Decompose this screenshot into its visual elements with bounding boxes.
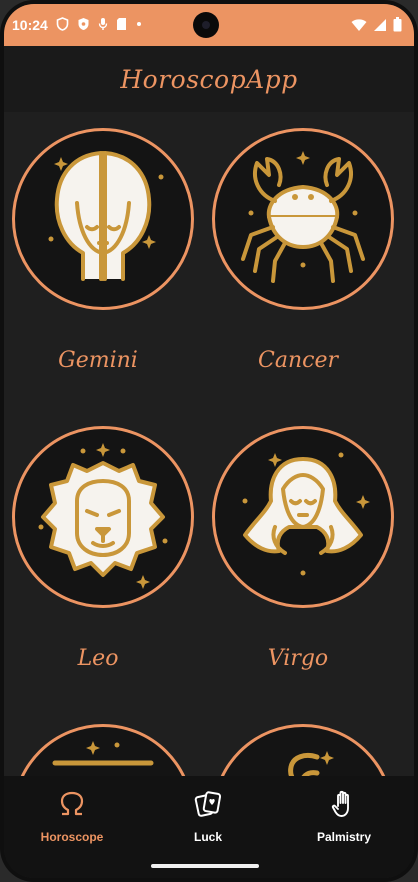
scorpio-icon [288,751,334,778]
dot-icon [137,22,141,26]
sign-card-leo[interactable]: Leo [10,426,210,686]
sd-card-icon [117,18,126,30]
wifi-icon [351,18,367,31]
front-camera [193,12,219,38]
sign-circle-gemini [12,128,194,310]
cards-icon [194,791,222,817]
app-title: HoroscopApp [120,64,298,94]
cancer-icon [241,151,365,283]
status-icons-right [351,17,402,32]
mic-off-icon [98,18,108,30]
nav-label-luck: Luck [193,830,222,844]
app-bar: HoroscopApp [4,46,414,112]
libra-icon [52,741,154,778]
sign-circle-libra [12,724,194,778]
bottom-navigation: Horoscope Luck Palmistry [4,776,414,856]
status-icons-left [56,17,143,31]
home-gesture-bar[interactable] [151,864,259,868]
vpn-key-icon [78,18,89,30]
signal-icon [374,18,386,31]
sign-circle-cancer [212,128,394,310]
gemini-icon [48,151,164,281]
device-frame: 10:24 HoroscopApp Gemini Cancer Leo Virg… [0,0,418,882]
status-time: 10:24 [12,17,48,33]
sign-card-cancer[interactable]: Cancer [210,128,410,388]
sign-label-leo: Leo [77,646,119,671]
nav-label-horoscope: Horoscope [40,830,104,844]
leo-icon [38,443,168,589]
battery-icon [393,17,402,32]
sign-card-gemini[interactable]: Gemini [10,128,210,388]
sign-label-gemini: Gemini [58,348,138,373]
status-bar: 10:24 [4,4,414,46]
hand-icon [331,790,349,817]
sign-card-virgo[interactable]: Virgo [210,426,410,686]
nav-label-palmistry: Palmistry [316,830,372,844]
sign-circle-virgo [212,426,394,608]
gesture-area [4,856,414,878]
nav-item-horoscope[interactable]: Horoscope [4,776,140,856]
sign-label-virgo: Virgo [267,646,329,671]
sign-card-scorpio[interactable] [210,724,410,778]
nav-item-palmistry[interactable]: Palmistry [276,776,412,856]
zodiac-grid[interactable]: Gemini Cancer Leo Virgo [4,112,414,778]
shield-icon [56,17,69,31]
sign-label-cancer: Cancer [258,348,338,373]
sign-card-libra[interactable] [10,724,210,778]
nav-item-luck[interactable]: Luck [140,776,276,856]
virgo-icon [242,452,370,576]
screen: 10:24 HoroscopApp Gemini Cancer Leo Virg… [4,4,414,878]
sign-circle-leo [12,426,194,608]
sign-circle-scorpio [212,724,394,778]
omega-icon [60,791,84,816]
